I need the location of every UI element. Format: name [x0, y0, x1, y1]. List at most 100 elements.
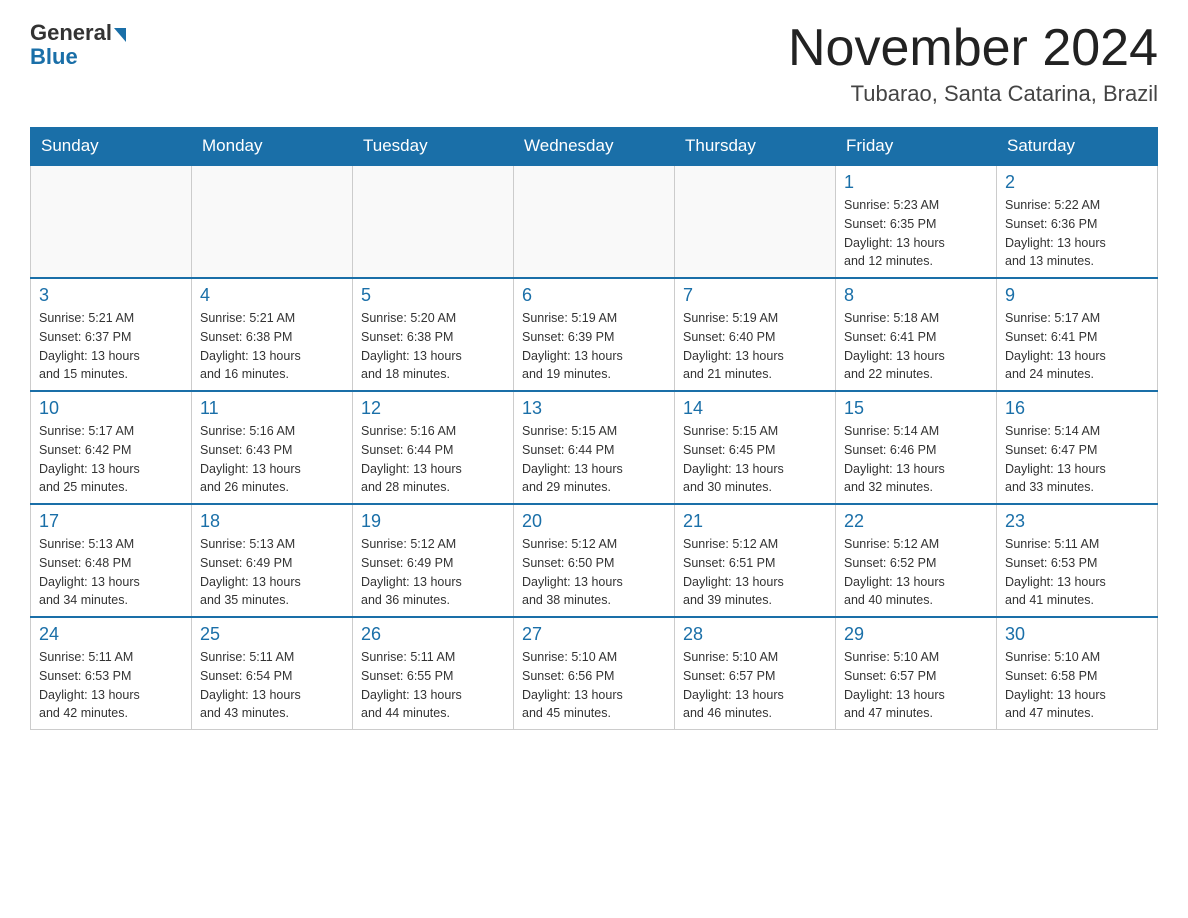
- day-info: Sunrise: 5:13 AMSunset: 6:48 PMDaylight:…: [39, 535, 183, 610]
- day-info: Sunrise: 5:12 AMSunset: 6:51 PMDaylight:…: [683, 535, 827, 610]
- calendar-cell: 21 Sunrise: 5:12 AMSunset: 6:51 PMDayligh…: [675, 504, 836, 617]
- day-info: Sunrise: 5:13 AMSunset: 6:49 PMDaylight:…: [200, 535, 344, 610]
- week-row-2: 3 Sunrise: 5:21 AMSunset: 6:37 PMDaylight…: [31, 278, 1158, 391]
- day-info: Sunrise: 5:10 AMSunset: 6:57 PMDaylight:…: [844, 648, 988, 723]
- location-text: Tubarao, Santa Catarina, Brazil: [788, 81, 1158, 107]
- day-number: 23: [1005, 511, 1149, 532]
- calendar-table: SundayMondayTuesdayWednesdayThursdayFrid…: [30, 127, 1158, 730]
- day-info: Sunrise: 5:19 AMSunset: 6:40 PMDaylight:…: [683, 309, 827, 384]
- day-info: Sunrise: 5:12 AMSunset: 6:49 PMDaylight:…: [361, 535, 505, 610]
- day-number: 6: [522, 285, 666, 306]
- calendar-cell: [353, 165, 514, 278]
- day-info: Sunrise: 5:16 AMSunset: 6:44 PMDaylight:…: [361, 422, 505, 497]
- day-number: 2: [1005, 172, 1149, 193]
- calendar-cell: 5Sunrise: 5:20 AMSunset: 6:38 PMDaylight…: [353, 278, 514, 391]
- calendar-cell: 27 Sunrise: 5:10 AMSunset: 6:56 PMDayligh…: [514, 617, 675, 730]
- day-number: 7: [683, 285, 827, 306]
- day-info: Sunrise: 5:15 AMSunset: 6:45 PMDaylight:…: [683, 422, 827, 497]
- day-info: Sunrise: 5:10 AMSunset: 6:56 PMDaylight:…: [522, 648, 666, 723]
- logo-general-text: General: [30, 20, 112, 46]
- day-info: Sunrise: 5:17 AMSunset: 6:42 PMDaylight:…: [39, 422, 183, 497]
- day-info: Sunrise: 5:15 AMSunset: 6:44 PMDaylight:…: [522, 422, 666, 497]
- calendar-cell: 9Sunrise: 5:17 AMSunset: 6:41 PMDaylight…: [997, 278, 1158, 391]
- day-info: Sunrise: 5:21 AMSunset: 6:37 PMDaylight:…: [39, 309, 183, 384]
- day-number: 30: [1005, 624, 1149, 645]
- day-info: Sunrise: 5:23 AMSunset: 6:35 PMDaylight:…: [844, 196, 988, 271]
- day-info: Sunrise: 5:12 AMSunset: 6:50 PMDaylight:…: [522, 535, 666, 610]
- calendar-header-row: SundayMondayTuesdayWednesdayThursdayFrid…: [31, 128, 1158, 166]
- calendar-cell: 25 Sunrise: 5:11 AMSunset: 6:54 PMDayligh…: [192, 617, 353, 730]
- calendar-cell: 29 Sunrise: 5:10 AMSunset: 6:57 PMDayligh…: [836, 617, 997, 730]
- calendar-cell: 2Sunrise: 5:22 AMSunset: 6:36 PMDaylight…: [997, 165, 1158, 278]
- week-row-4: 17 Sunrise: 5:13 AMSunset: 6:48 PMDayligh…: [31, 504, 1158, 617]
- calendar-cell: 3 Sunrise: 5:21 AMSunset: 6:37 PMDaylight…: [31, 278, 192, 391]
- calendar-cell: 30 Sunrise: 5:10 AMSunset: 6:58 PMDayligh…: [997, 617, 1158, 730]
- day-info: Sunrise: 5:20 AMSunset: 6:38 PMDaylight:…: [361, 309, 505, 384]
- column-header-friday: Friday: [836, 128, 997, 166]
- day-number: 15: [844, 398, 988, 419]
- day-number: 9: [1005, 285, 1149, 306]
- day-number: 16: [1005, 398, 1149, 419]
- calendar-cell: 14 Sunrise: 5:15 AMSunset: 6:45 PMDayligh…: [675, 391, 836, 504]
- day-number: 21: [683, 511, 827, 532]
- calendar-cell: 18 Sunrise: 5:13 AMSunset: 6:49 PMDayligh…: [192, 504, 353, 617]
- column-header-sunday: Sunday: [31, 128, 192, 166]
- calendar-cell: 16 Sunrise: 5:14 AMSunset: 6:47 PMDayligh…: [997, 391, 1158, 504]
- month-title: November 2024: [788, 20, 1158, 77]
- day-number: 12: [361, 398, 505, 419]
- day-info: Sunrise: 5:11 AMSunset: 6:54 PMDaylight:…: [200, 648, 344, 723]
- day-number: 17: [39, 511, 183, 532]
- calendar-cell: 17 Sunrise: 5:13 AMSunset: 6:48 PMDayligh…: [31, 504, 192, 617]
- logo: General Blue: [30, 20, 126, 70]
- calendar-cell: [31, 165, 192, 278]
- day-number: 1: [844, 172, 988, 193]
- day-number: 29: [844, 624, 988, 645]
- column-header-tuesday: Tuesday: [353, 128, 514, 166]
- day-info: Sunrise: 5:12 AMSunset: 6:52 PMDaylight:…: [844, 535, 988, 610]
- column-header-thursday: Thursday: [675, 128, 836, 166]
- logo-top: General: [30, 20, 126, 46]
- day-number: 19: [361, 511, 505, 532]
- day-number: 22: [844, 511, 988, 532]
- day-info: Sunrise: 5:11 AMSunset: 6:55 PMDaylight:…: [361, 648, 505, 723]
- day-info: Sunrise: 5:14 AMSunset: 6:46 PMDaylight:…: [844, 422, 988, 497]
- day-info: Sunrise: 5:10 AMSunset: 6:57 PMDaylight:…: [683, 648, 827, 723]
- calendar-cell: 13 Sunrise: 5:15 AMSunset: 6:44 PMDayligh…: [514, 391, 675, 504]
- day-info: Sunrise: 5:10 AMSunset: 6:58 PMDaylight:…: [1005, 648, 1149, 723]
- day-number: 18: [200, 511, 344, 532]
- day-number: 11: [200, 398, 344, 419]
- calendar-cell: 7 Sunrise: 5:19 AMSunset: 6:40 PMDaylight…: [675, 278, 836, 391]
- day-info: Sunrise: 5:18 AMSunset: 6:41 PMDaylight:…: [844, 309, 988, 384]
- week-row-3: 10Sunrise: 5:17 AMSunset: 6:42 PMDayligh…: [31, 391, 1158, 504]
- calendar-cell: 1 Sunrise: 5:23 AMSunset: 6:35 PMDaylight…: [836, 165, 997, 278]
- calendar-cell: 11Sunrise: 5:16 AMSunset: 6:43 PMDayligh…: [192, 391, 353, 504]
- calendar-cell: 23 Sunrise: 5:11 AMSunset: 6:53 PMDayligh…: [997, 504, 1158, 617]
- day-info: Sunrise: 5:11 AMSunset: 6:53 PMDaylight:…: [1005, 535, 1149, 610]
- day-number: 25: [200, 624, 344, 645]
- logo-arrow-icon: [114, 28, 126, 42]
- calendar-cell: 20 Sunrise: 5:12 AMSunset: 6:50 PMDayligh…: [514, 504, 675, 617]
- calendar-cell: [192, 165, 353, 278]
- calendar-cell: 24Sunrise: 5:11 AMSunset: 6:53 PMDayligh…: [31, 617, 192, 730]
- calendar-cell: 28 Sunrise: 5:10 AMSunset: 6:57 PMDayligh…: [675, 617, 836, 730]
- day-info: Sunrise: 5:14 AMSunset: 6:47 PMDaylight:…: [1005, 422, 1149, 497]
- logo-blue-text: Blue: [30, 44, 78, 70]
- calendar-cell: 12 Sunrise: 5:16 AMSunset: 6:44 PMDayligh…: [353, 391, 514, 504]
- column-header-wednesday: Wednesday: [514, 128, 675, 166]
- page-header: General Blue November 2024 Tubarao, Sant…: [30, 20, 1158, 107]
- calendar-cell: 4Sunrise: 5:21 AMSunset: 6:38 PMDaylight…: [192, 278, 353, 391]
- day-number: 13: [522, 398, 666, 419]
- calendar-cell: 8Sunrise: 5:18 AMSunset: 6:41 PMDaylight…: [836, 278, 997, 391]
- day-number: 26: [361, 624, 505, 645]
- day-number: 27: [522, 624, 666, 645]
- calendar-cell: [675, 165, 836, 278]
- column-header-saturday: Saturday: [997, 128, 1158, 166]
- day-number: 28: [683, 624, 827, 645]
- calendar-cell: 15 Sunrise: 5:14 AMSunset: 6:46 PMDayligh…: [836, 391, 997, 504]
- day-number: 3: [39, 285, 183, 306]
- day-number: 20: [522, 511, 666, 532]
- column-header-monday: Monday: [192, 128, 353, 166]
- calendar-cell: 6 Sunrise: 5:19 AMSunset: 6:39 PMDaylight…: [514, 278, 675, 391]
- day-info: Sunrise: 5:19 AMSunset: 6:39 PMDaylight:…: [522, 309, 666, 384]
- day-number: 14: [683, 398, 827, 419]
